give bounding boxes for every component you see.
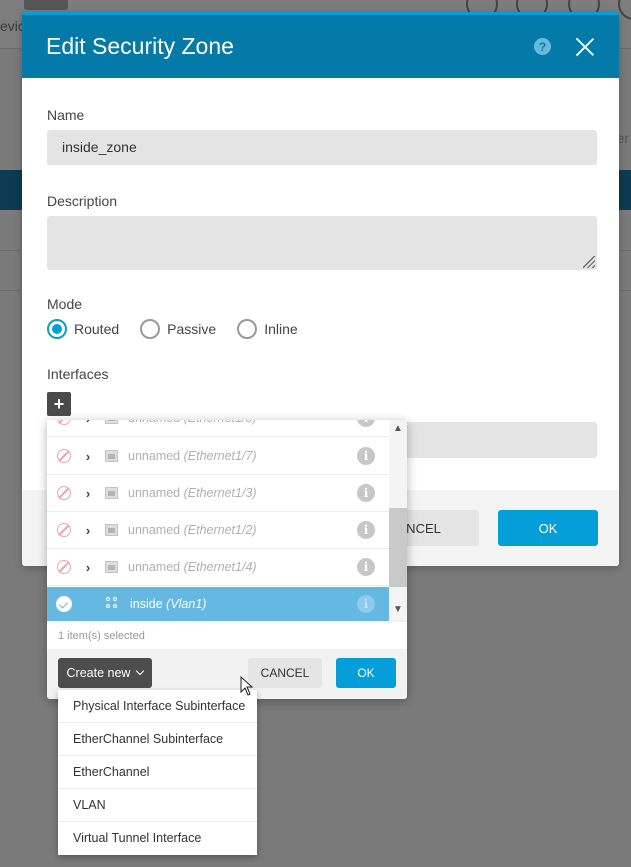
info-icon[interactable]: i: [357, 447, 375, 465]
list-item[interactable]: › unnamed (Ethernet1/4) i: [47, 549, 389, 586]
interfaces-label: Interfaces: [47, 366, 109, 382]
ethernet-port-icon: [105, 561, 118, 573]
interface-label: unnamed (Ethernet1/5): [128, 420, 357, 425]
chevron-right-icon[interactable]: ›: [75, 523, 101, 538]
mode-radio-inline[interactable]: Inline: [237, 319, 298, 339]
interface-picker-popover: › unnamed (Ethernet1/5) i › unnamed (Eth…: [47, 420, 407, 699]
ethernet-port-icon: [105, 487, 118, 499]
chevron-right-icon[interactable]: ›: [75, 560, 101, 575]
resize-handle[interactable]: [583, 256, 595, 268]
radio-unchecked-icon[interactable]: [237, 319, 258, 339]
info-icon[interactable]: i: [357, 521, 375, 539]
ban-icon: [57, 523, 71, 537]
ethernet-port-icon: [105, 420, 118, 424]
chevron-up-icon[interactable]: ▲: [389, 423, 407, 439]
list-item[interactable]: › unnamed (Ethernet1/5) i: [47, 420, 389, 437]
create-new-label: Create new: [66, 666, 131, 680]
ban-icon: [57, 420, 71, 425]
info-icon[interactable]: i: [357, 595, 375, 613]
selection-status: 1 item(s) selected: [47, 621, 407, 649]
mode-label: Mode: [47, 296, 83, 312]
list-item[interactable]: › unnamed (Ethernet1/3) i: [47, 475, 389, 512]
scrollbar-thumb[interactable]: [389, 508, 407, 587]
create-new-menu: Physical Interface Subinterface EtherCha…: [58, 690, 257, 855]
menu-item-vlan[interactable]: VLAN: [58, 789, 257, 822]
check-circle-icon[interactable]: [56, 596, 72, 612]
menu-item-virtual-tunnel-interface[interactable]: Virtual Tunnel Interface: [58, 822, 257, 855]
menu-item-etherchannel[interactable]: EtherChannel: [58, 756, 257, 789]
chevron-down-icon[interactable]: ▼: [389, 604, 407, 620]
mode-radio-passive[interactable]: Passive: [140, 319, 216, 339]
interface-label: unnamed (Ethernet1/2): [128, 523, 257, 537]
close-icon[interactable]: [575, 37, 595, 57]
interface-label: unnamed (Ethernet1/3): [128, 486, 257, 500]
menu-item-etherchannel-subinterface[interactable]: EtherChannel Subinterface: [58, 723, 257, 756]
interface-label: inside (Vlan1): [130, 597, 207, 611]
description-label: Description: [47, 193, 118, 209]
interface-label: unnamed (Ethernet1/4): [128, 560, 257, 574]
radio-label: Inline: [264, 321, 298, 337]
network-vlan-icon: [106, 597, 120, 611]
dialog-ok-button[interactable]: OK: [498, 510, 598, 546]
info-icon[interactable]: i: [357, 420, 375, 427]
name-input[interactable]: inside_zone: [47, 130, 597, 165]
radio-unchecked-icon[interactable]: [140, 319, 161, 339]
picker-cancel-button[interactable]: CANCEL: [248, 658, 322, 688]
description-textarea[interactable]: [47, 216, 597, 270]
dialog-header: Edit Security Zone ?: [22, 12, 619, 78]
list-item[interactable]: › unnamed (Ethernet1/2) i: [47, 512, 389, 549]
list-item[interactable]: › unnamed (Ethernet1/7) i: [47, 438, 389, 475]
menu-item-physical-interface-subinterface[interactable]: Physical Interface Subinterface: [58, 690, 257, 723]
name-label: Name: [47, 107, 85, 123]
ban-icon: [57, 560, 71, 574]
create-new-button[interactable]: Create new: [58, 658, 152, 688]
info-icon[interactable]: i: [357, 558, 375, 576]
ban-icon: [57, 449, 71, 463]
info-icon[interactable]: i: [357, 484, 375, 502]
interface-label: unnamed (Ethernet1/7): [128, 449, 257, 463]
ethernet-port-icon: [105, 524, 118, 536]
ethernet-port-icon: [105, 450, 118, 462]
plus-icon: +: [53, 393, 65, 414]
ban-icon: [57, 486, 71, 500]
list-item-selected[interactable]: inside (Vlan1) i: [47, 587, 389, 621]
picker-ok-button[interactable]: OK: [336, 658, 396, 688]
dialog-title: Edit Security Zone: [46, 33, 234, 59]
help-icon[interactable]: ?: [534, 38, 551, 55]
list-scrollbar[interactable]: ▲ ▼: [389, 420, 407, 621]
add-interface-button[interactable]: +: [47, 392, 71, 416]
mouse-cursor-icon: [240, 676, 254, 696]
radio-label: Passive: [167, 321, 217, 337]
interface-list: › unnamed (Ethernet1/5) i › unnamed (Eth…: [47, 420, 389, 621]
background-grip: [24, 0, 68, 10]
radio-checked-icon[interactable]: [47, 319, 67, 339]
radio-label: Routed: [74, 321, 120, 337]
chevron-down-icon: [136, 666, 145, 676]
mode-radio-routed[interactable]: Routed: [47, 319, 119, 339]
chevron-right-icon[interactable]: ›: [75, 486, 101, 501]
chevron-right-icon[interactable]: ›: [75, 449, 101, 464]
mode-radio-group: Routed Passive Inline: [47, 319, 319, 339]
chevron-right-icon[interactable]: ›: [75, 420, 101, 426]
